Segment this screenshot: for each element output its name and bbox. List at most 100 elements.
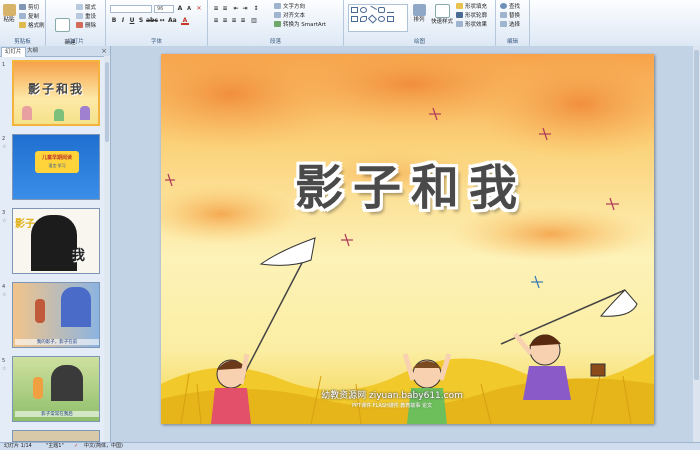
paragraph-group: ≡ ≡ ⇤ ⇥ ↕ ≡ ≡ ≡ ≡ ▥ 文字方向 对齐文本 转换为 SmartA… (208, 0, 344, 46)
align-text-icon (274, 12, 281, 18)
increase-indent-button[interactable]: ⇥ (241, 5, 249, 13)
slide-number: 5 (2, 358, 6, 364)
circle-shape-icon[interactable] (378, 16, 385, 22)
slide-thumbnail-5[interactable]: 影子常常在我后 (12, 356, 100, 422)
animation-star-icon: ☆ (2, 218, 7, 224)
slide-number: 1 (2, 62, 6, 68)
strikethrough-button[interactable]: abc (146, 17, 158, 25)
thumb-caption: 影子常常在我后 (15, 411, 99, 417)
grow-font-button[interactable]: A (176, 5, 184, 13)
arrange-icon (412, 4, 426, 16)
arrange-button[interactable]: 排列 (410, 4, 428, 24)
char-spacing-button[interactable]: ↔ (158, 17, 166, 25)
textbox-shape-icon[interactable] (351, 16, 358, 22)
slide-thumbnail-1[interactable]: 影子和我 (12, 60, 100, 126)
cut-button[interactable]: 剪切 (19, 3, 39, 11)
slides-panel: 幻灯片 大纲 × 1 影子和我 2 ☆ 儿童早期阅读 语言·学习 3 ☆ 影子 … (0, 46, 111, 442)
panel-tabs: 幻灯片 大纲 × (0, 46, 110, 57)
clipboard-group: 粘贴 剪切 复制 格式刷 剪贴板 (0, 0, 46, 46)
animation-star-icon: ☆ (2, 292, 7, 298)
align-right-button[interactable]: ≡ (230, 17, 238, 25)
format-painter-button[interactable]: 格式刷 (19, 21, 45, 29)
drawing-group: 排列 快速样式 形状填充 形状轮廓 形状效果 绘图 (344, 0, 496, 46)
paste-icon (2, 4, 16, 16)
oval-shape-icon[interactable] (360, 7, 367, 13)
slide-thumbnail-2[interactable]: 儿童早期阅读 语言·学习 (12, 134, 100, 200)
replace-icon (500, 12, 507, 18)
scroll-thumb[interactable] (105, 62, 109, 142)
thumb-child-figure (80, 106, 90, 120)
ribbon: 粘贴 剪切 复制 格式刷 剪贴板 新建 幻灯片 版式 重设 删除 幻灯片 96 … (0, 0, 700, 53)
close-icon[interactable]: × (101, 47, 107, 55)
smartart-button[interactable]: 转换为 SmartArt (274, 20, 326, 28)
tab-outline[interactable]: 大纲 (24, 47, 41, 56)
font-size-combo[interactable]: 96 (154, 5, 174, 13)
rounded-rect-shape-icon[interactable] (378, 7, 385, 13)
arrow-shape-icon[interactable] (387, 7, 394, 13)
shapes-gallery[interactable] (348, 4, 408, 32)
shape-effects-button[interactable]: 形状效果 (456, 20, 487, 28)
bullets-button[interactable]: ≡ (212, 5, 220, 13)
delete-slide-button[interactable]: 删除 (76, 21, 96, 29)
underline-button[interactable]: U (128, 17, 136, 25)
fill-icon (456, 3, 463, 9)
thumb-child-figure (22, 106, 32, 120)
slide-number: 4 (2, 284, 6, 290)
shape-outline-button[interactable]: 形状轮廓 (456, 11, 487, 19)
editor-scrollbar[interactable] (693, 46, 700, 442)
find-button[interactable]: 查找 (500, 2, 520, 10)
font-group: 96 A A ✕ B I U S abc ↔ Aa A 字体 (106, 0, 208, 46)
slide-title[interactable]: 影子和我 (271, 148, 551, 218)
slide-number: 3 (2, 210, 6, 216)
quick-styles-button[interactable]: 快速样式 (430, 4, 454, 26)
align-left-button[interactable]: ≡ (212, 17, 220, 25)
thumb-child-figure (33, 377, 43, 399)
font-name-combo[interactable] (110, 5, 152, 13)
reset-button[interactable]: 重设 (76, 12, 96, 20)
shrink-font-button[interactable]: A (185, 5, 193, 13)
find-icon (500, 3, 507, 9)
diamond-shape-icon[interactable] (367, 14, 378, 24)
bold-button[interactable]: B (110, 17, 118, 25)
watermark-subtext: PPT课件 FLASH课件 教育故事 论文 (352, 403, 432, 409)
effects-icon (456, 21, 463, 27)
shadow-button[interactable]: S (137, 17, 145, 25)
slide-thumbnail-6[interactable] (12, 430, 100, 442)
layout-button[interactable]: 版式 (76, 3, 96, 11)
slide-thumbnail-4[interactable]: 我的影子，影子在前 (12, 282, 100, 348)
line-shape-icon[interactable] (367, 5, 378, 15)
tab-slides[interactable]: 幻灯片 (1, 47, 26, 57)
align-text-button[interactable]: 对齐文本 (274, 11, 305, 19)
select-icon (500, 21, 507, 27)
shape-fill-button[interactable]: 形状填充 (456, 2, 487, 10)
panel-scrollbar[interactable] (104, 56, 110, 442)
thumb-shadow-shape (51, 365, 83, 401)
line-spacing-button[interactable]: ↕ (252, 5, 260, 13)
rectangle-shape-icon[interactable] (351, 7, 358, 13)
paste-button[interactable]: 粘贴 (2, 4, 16, 24)
change-case-button[interactable]: Aa (168, 17, 177, 25)
clear-format-button[interactable]: ✕ (195, 5, 203, 13)
columns-button[interactable]: ▥ (250, 17, 258, 25)
slide-thumbnail-3[interactable]: 影子 我 (12, 208, 100, 274)
text-direction-button[interactable]: 文字方向 (274, 2, 305, 10)
select-button[interactable]: 选择 (500, 20, 520, 28)
slide-number: 2 (2, 136, 6, 142)
brush-icon (19, 22, 26, 28)
copy-button[interactable]: 复制 (19, 12, 39, 20)
numbering-button[interactable]: ≡ (221, 5, 229, 13)
justify-button[interactable]: ≡ (239, 17, 247, 25)
block-arrow-shape-icon[interactable] (387, 16, 394, 22)
align-center-button[interactable]: ≡ (221, 17, 229, 25)
slide-canvas[interactable]: 影子和我 幼教资源网 ziyuan.baby611.com PPT课件 FLAS… (161, 54, 654, 424)
replace-button[interactable]: 替换 (500, 11, 520, 19)
slide-illustration (161, 54, 654, 424)
font-color-button[interactable]: A (181, 17, 189, 25)
decrease-indent-button[interactable]: ⇤ (232, 5, 240, 13)
animation-star-icon: ☆ (2, 144, 7, 150)
curve-shape-icon[interactable] (360, 16, 367, 22)
italic-button[interactable]: I (119, 17, 127, 25)
new-slide-icon (54, 18, 70, 32)
scroll-thumb[interactable] (694, 50, 699, 380)
quick-styles-icon (434, 4, 450, 18)
